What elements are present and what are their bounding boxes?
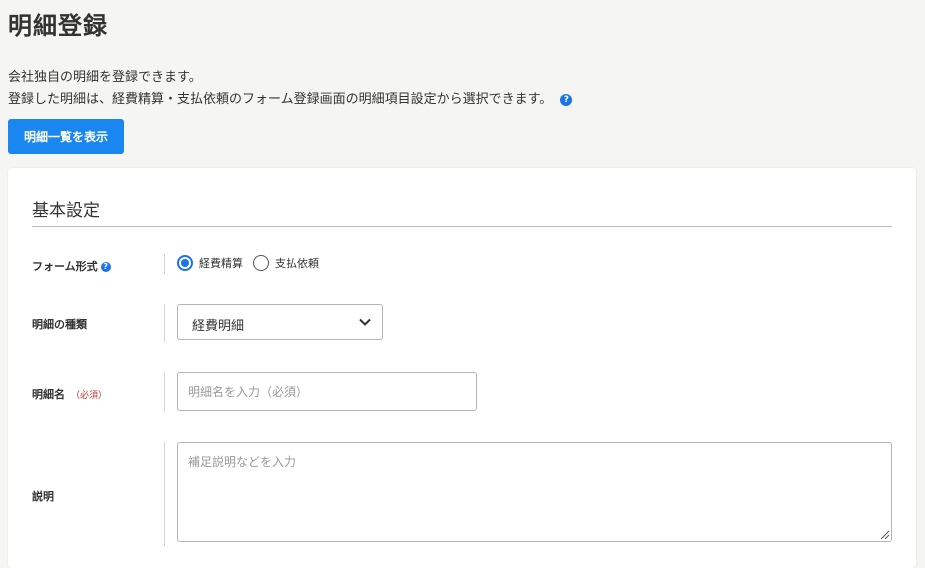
description-textarea[interactable] <box>177 442 892 542</box>
form-type-label-text: フォーム形式 <box>32 260 98 273</box>
radio-option-payment[interactable]: 支払依頼 <box>253 255 319 271</box>
row-divider <box>164 442 165 546</box>
required-marker: （必須） <box>71 391 108 401</box>
page-description-2: 登録した明細は、経費精算・支払依頼のフォーム登録画面の明細項目設定から選択できま… <box>8 88 573 107</box>
chevron-down-icon <box>359 318 371 326</box>
section-title: 基本設定 <box>32 201 100 221</box>
description-line-1: 会社独自の明細を登録できます。 <box>8 70 202 85</box>
show-detail-list-button[interactable]: 明細一覧を表示 <box>8 119 124 154</box>
row-divider <box>164 304 165 342</box>
row-divider <box>164 372 165 412</box>
detail-name-label: 明細名 （必須） <box>32 386 107 402</box>
page-description: 会社独自の明細を登録できます。 <box>8 66 202 85</box>
help-icon[interactable]: ? <box>560 93 573 106</box>
form-type-help-icon[interactable]: ? <box>100 262 111 272</box>
row-divider <box>164 254 165 274</box>
radio-label-payment: 支払依頼 <box>275 257 319 270</box>
radio-label-expense: 経費精算 <box>199 257 243 270</box>
description-line-2: 登録した明細は、経費精算・支払依頼のフォーム登録画面の明細項目設定から選択できま… <box>8 92 553 107</box>
form-type-label: フォーム形式? <box>32 258 111 274</box>
radio-button-expense[interactable] <box>177 255 193 271</box>
page-title: 明細登録 <box>8 12 108 40</box>
radio-option-expense[interactable]: 経費精算 <box>177 255 243 271</box>
radio-button-payment[interactable] <box>253 255 269 271</box>
form-type-radio-group: 経費精算 支払依頼 <box>177 255 329 271</box>
detail-kind-selected-value: 経費明細 <box>192 319 245 334</box>
detail-kind-label: 明細の種類 <box>32 318 87 331</box>
detail-name-label-text: 明細名 <box>32 388 65 401</box>
description-label: 説明 <box>32 490 54 503</box>
detail-name-input[interactable] <box>177 372 477 411</box>
resize-handle-icon[interactable] <box>878 528 890 540</box>
section-divider <box>32 226 892 227</box>
basic-settings-card: 基本設定 フォーム形式? 経費精算 支払依頼 明細の種類 経費明細 明細名 （必須… <box>8 168 916 568</box>
detail-kind-select[interactable]: 経費明細 <box>177 304 383 340</box>
